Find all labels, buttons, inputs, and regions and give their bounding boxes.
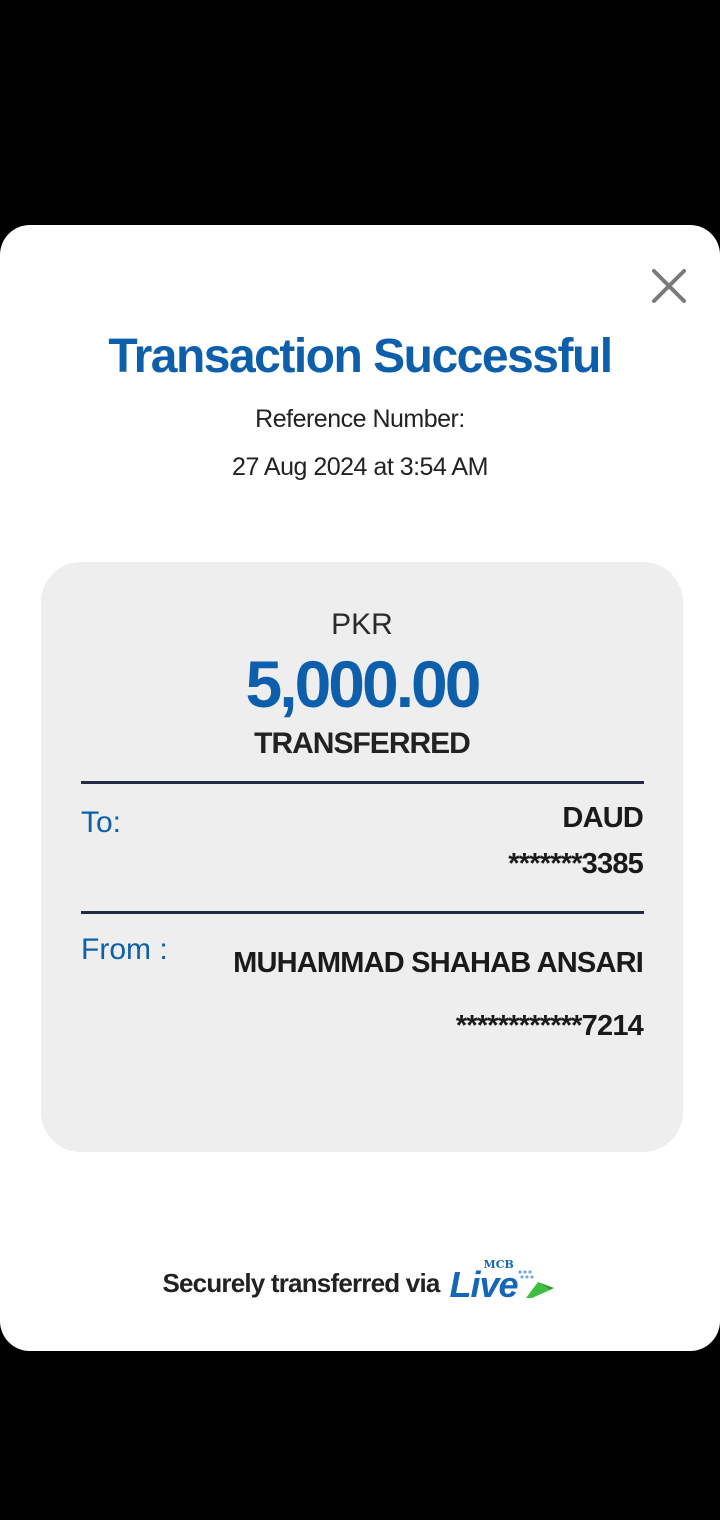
receipt-card: PKR 5,000.00 TRANSFERRED To: DAUD ******… — [41, 562, 683, 1152]
to-label: To: — [81, 806, 122, 839]
recipient-name: DAUD — [562, 802, 643, 834]
logo-text: Live — [449, 1264, 519, 1305]
footer-text: Securely transferred via — [162, 1267, 440, 1298]
transaction-modal: Transaction Successful Reference Number:… — [0, 225, 720, 1351]
from-label: From : — [81, 933, 168, 966]
page-title: Transaction Successful — [108, 330, 613, 383]
screen: Transaction Successful Reference Number:… — [0, 0, 720, 1520]
reference-number-label: Reference Number: — [255, 405, 465, 433]
divider — [81, 911, 644, 914]
close-button[interactable] — [648, 265, 690, 307]
transaction-datetime: 27 Aug 2024 at 3:54 AM — [232, 453, 488, 481]
transfer-status: TRANSFERRED — [254, 727, 471, 760]
arrow-icon — [517, 1270, 554, 1298]
amount-value: 5,000.00 — [245, 647, 482, 721]
sender-account: ************7214 — [455, 1010, 644, 1042]
divider — [81, 781, 644, 784]
footer: Securely transferred via MCB Live — [0, 1258, 720, 1310]
sender-name: MUHAMMAD SHAHAB ANSARI — [233, 947, 644, 979]
recipient-account: *******3385 — [508, 848, 644, 880]
close-icon — [652, 269, 686, 303]
currency-label: PKR — [331, 608, 393, 641]
mcb-live-logo: MCB Live — [449, 1258, 558, 1306]
